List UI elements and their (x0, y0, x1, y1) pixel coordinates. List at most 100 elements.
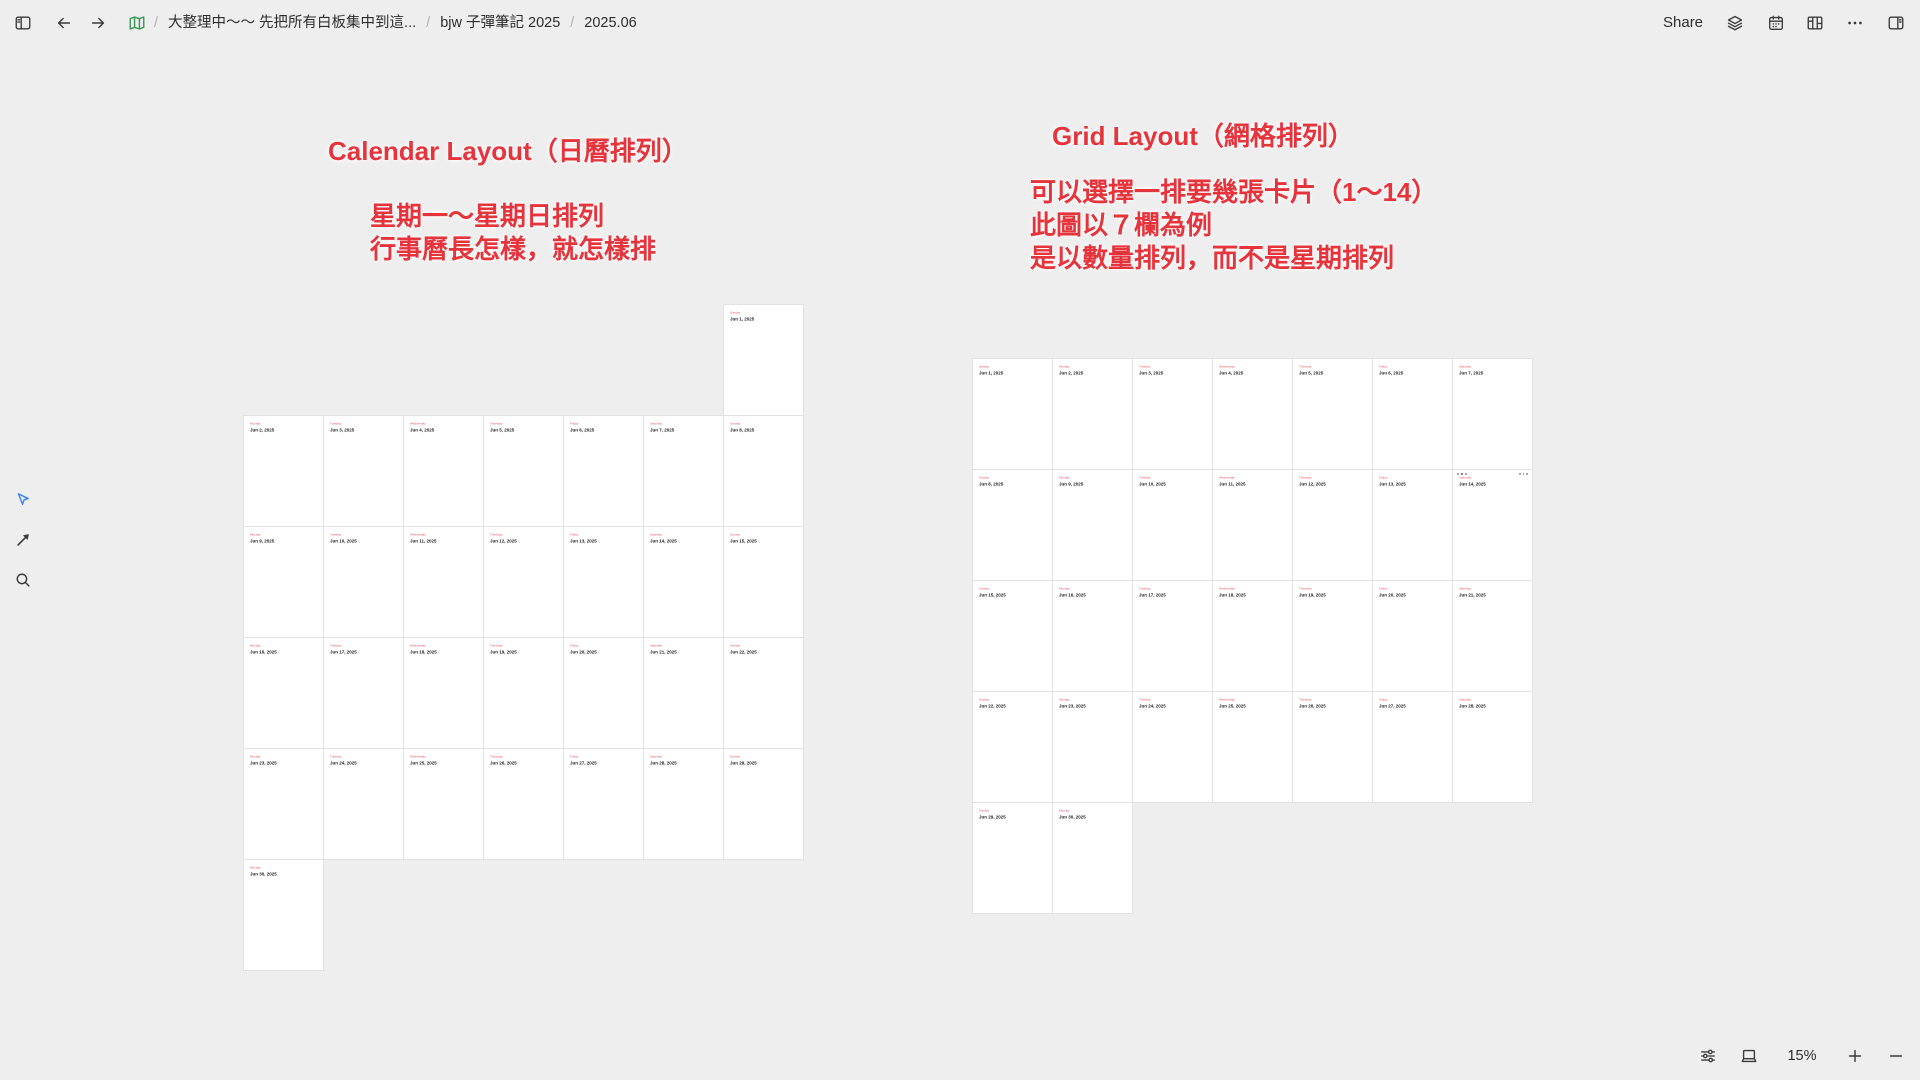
grid-journal-card[interactable]: Friday Jun 27, 2025 (1372, 691, 1453, 803)
calendar-journal-card[interactable]: Monday Jun 23, 2025 (243, 748, 324, 860)
grid-journal-card[interactable]: Wednesday Jun 11, 2025 (1212, 469, 1293, 581)
grid-journal-card[interactable]: Tuesday Jun 24, 2025 (1132, 691, 1213, 803)
calendar-journal-card[interactable]: Friday Jun 6, 2025 (563, 415, 644, 527)
calendar-journal-card[interactable]: Wednesday Jun 18, 2025 (403, 637, 484, 749)
breadcrumb-item-bullet-journal[interactable]: bjw 子彈筆記 2025 (440, 13, 560, 33)
grid-journal-card[interactable]: Saturday Jun 7, 2025 (1452, 358, 1533, 470)
breadcrumb-separator: / (426, 15, 431, 31)
calendar-journal-card[interactable]: Thursday Jun 26, 2025 (483, 748, 564, 860)
grid-journal-card[interactable]: Saturday Jun 21, 2025 (1452, 580, 1533, 692)
calendar-journal-card[interactable]: Saturday Jun 7, 2025 (643, 415, 724, 527)
grid-journal-card[interactable]: Sunday Jun 15, 2025 (972, 580, 1053, 692)
grid-journal-card[interactable]: Wednesday Jun 25, 2025 (1212, 691, 1293, 803)
calendar-journal-card[interactable]: Friday Jun 20, 2025 (563, 637, 644, 749)
calendar-journal-card[interactable]: Monday Jun 2, 2025 (243, 415, 324, 527)
library-icon[interactable] (1806, 14, 1824, 32)
calendar-layout-title[interactable]: Calendar Layout（日曆排列） (328, 134, 688, 168)
calendar-journal-card[interactable]: Monday Jun 9, 2025 (243, 526, 324, 638)
card-weekday: Friday (570, 755, 579, 759)
breadcrumb-item-current-whiteboard[interactable]: 2025.06 (584, 13, 636, 33)
card-drag-handle-icon[interactable] (1457, 472, 1467, 476)
calendar-journal-card[interactable]: Sunday Jun 1, 2025 (723, 304, 804, 416)
minus-icon[interactable] (1887, 1047, 1905, 1065)
card-date: Jun 23, 2025 (250, 760, 277, 766)
grid-journal-card[interactable]: Saturday Jun 14, 2025 (1452, 469, 1533, 581)
calendar-journal-card[interactable]: Friday Jun 13, 2025 (563, 526, 644, 638)
card-date: Jun 10, 2025 (1139, 481, 1166, 487)
sidebar-right-icon[interactable] (1887, 14, 1905, 32)
calendar-journal-card[interactable]: Tuesday Jun 3, 2025 (323, 415, 404, 527)
calendar-journal-card[interactable]: Wednesday Jun 25, 2025 (403, 748, 484, 860)
grid-journal-card[interactable]: Friday Jun 20, 2025 (1372, 580, 1453, 692)
grid-journal-card[interactable]: Sunday Jun 8, 2025 (972, 469, 1053, 581)
calendar-journal-card[interactable]: Thursday Jun 5, 2025 (483, 415, 564, 527)
calendar-journal-card[interactable]: Saturday Jun 21, 2025 (643, 637, 724, 749)
card-weekday: Wednesday (410, 422, 426, 426)
calendar-journal-card[interactable]: Tuesday Jun 17, 2025 (323, 637, 404, 749)
grid-journal-card[interactable]: Monday Jun 2, 2025 (1052, 358, 1133, 470)
share-button[interactable]: Share (1663, 13, 1703, 33)
sliders-icon[interactable] (1699, 1047, 1717, 1065)
calendar-journal-card[interactable]: Sunday Jun 29, 2025 (723, 748, 804, 860)
arrow-left-icon[interactable] (55, 14, 73, 32)
grid-journal-card[interactable]: Friday Jun 13, 2025 (1372, 469, 1453, 581)
sidebar-left-icon[interactable] (14, 14, 32, 32)
card-header: Tuesday Jun 17, 2025 (1139, 587, 1166, 598)
calendar-journal-card[interactable]: Monday Jun 16, 2025 (243, 637, 324, 749)
card-header: Sunday Jun 15, 2025 (979, 587, 1006, 598)
arrow-right-icon[interactable] (89, 14, 107, 32)
grid-journal-card[interactable]: Tuesday Jun 10, 2025 (1132, 469, 1213, 581)
frame-icon[interactable] (1740, 1047, 1758, 1065)
grid-journal-card[interactable]: Tuesday Jun 17, 2025 (1132, 580, 1213, 692)
grid-journal-card[interactable]: Wednesday Jun 18, 2025 (1212, 580, 1293, 692)
connector-arrow-icon[interactable] (14, 531, 32, 549)
card-date: Jun 26, 2025 (1299, 703, 1326, 709)
plus-icon[interactable] (1846, 1047, 1864, 1065)
grid-journal-card[interactable]: Sunday Jun 22, 2025 (972, 691, 1053, 803)
grid-journal-card[interactable]: Monday Jun 30, 2025 (1052, 802, 1133, 914)
grid-layout-title[interactable]: Grid Layout（網格排列） (1052, 119, 1354, 153)
layers-icon[interactable] (1726, 14, 1744, 32)
grid-journal-card[interactable]: Monday Jun 23, 2025 (1052, 691, 1133, 803)
calendar-journal-card[interactable]: Wednesday Jun 11, 2025 (403, 526, 484, 638)
calendar-journal-card[interactable]: Tuesday Jun 24, 2025 (323, 748, 404, 860)
breadcrumb-item-whiteboard-collection[interactable]: 大整理中～～ 先把所有白板集中到這... (168, 13, 416, 33)
card-date: Jun 3, 2025 (1139, 370, 1164, 376)
calendar-journal-card[interactable]: Sunday Jun 8, 2025 (723, 415, 804, 527)
calendar-journal-card[interactable]: Sunday Jun 15, 2025 (723, 526, 804, 638)
calendar-icon[interactable] (1767, 14, 1785, 32)
grid-journal-card[interactable]: Friday Jun 6, 2025 (1372, 358, 1453, 470)
calendar-journal-card[interactable]: Monday Jun 30, 2025 (243, 859, 324, 971)
card-more-icon[interactable] (1519, 473, 1528, 475)
map-icon[interactable] (128, 14, 146, 32)
grid-journal-card[interactable]: Tuesday Jun 3, 2025 (1132, 358, 1213, 470)
grid-journal-card[interactable]: Sunday Jun 29, 2025 (972, 802, 1053, 914)
grid-layout-notes[interactable]: 可以選擇一排要幾張卡片（1～14） 此圖以７欄為例 是以數量排列，而不是星期排列 (1030, 176, 1437, 275)
card-weekday: Tuesday (330, 422, 342, 426)
grid-journal-card[interactable]: Sunday Jun 1, 2025 (972, 358, 1053, 470)
search-icon[interactable] (14, 571, 32, 589)
grid-journal-card[interactable]: Wednesday Jun 4, 2025 (1212, 358, 1293, 470)
grid-journal-card[interactable]: Thursday Jun 12, 2025 (1292, 469, 1373, 581)
grid-journal-card[interactable]: Monday Jun 16, 2025 (1052, 580, 1133, 692)
card-weekday: Saturday (650, 422, 663, 426)
more-horizontal-icon[interactable] (1846, 14, 1864, 32)
grid-journal-card[interactable]: Monday Jun 9, 2025 (1052, 469, 1133, 581)
cursor-icon[interactable] (14, 491, 32, 509)
calendar-layout-notes[interactable]: 星期一～星期日排列 行事曆長怎樣，就怎樣排 (370, 200, 656, 266)
card-header: Monday Jun 23, 2025 (1059, 698, 1086, 709)
calendar-journal-card[interactable]: Saturday Jun 14, 2025 (643, 526, 724, 638)
grid-journal-card[interactable]: Thursday Jun 26, 2025 (1292, 691, 1373, 803)
calendar-journal-card[interactable]: Thursday Jun 12, 2025 (483, 526, 564, 638)
grid-journal-card[interactable]: Thursday Jun 19, 2025 (1292, 580, 1373, 692)
calendar-journal-card[interactable]: Thursday Jun 19, 2025 (483, 637, 564, 749)
card-date: Jun 29, 2025 (979, 814, 1006, 820)
calendar-journal-card[interactable]: Friday Jun 27, 2025 (563, 748, 644, 860)
calendar-journal-card[interactable]: Tuesday Jun 10, 2025 (323, 526, 404, 638)
grid-journal-card[interactable]: Saturday Jun 28, 2025 (1452, 691, 1533, 803)
calendar-journal-card[interactable]: Wednesday Jun 4, 2025 (403, 415, 484, 527)
calendar-journal-card[interactable]: Saturday Jun 28, 2025 (643, 748, 724, 860)
zoom-level[interactable]: 15% (1784, 1046, 1820, 1066)
grid-journal-card[interactable]: Thursday Jun 5, 2025 (1292, 358, 1373, 470)
calendar-journal-card[interactable]: Sunday Jun 22, 2025 (723, 637, 804, 749)
